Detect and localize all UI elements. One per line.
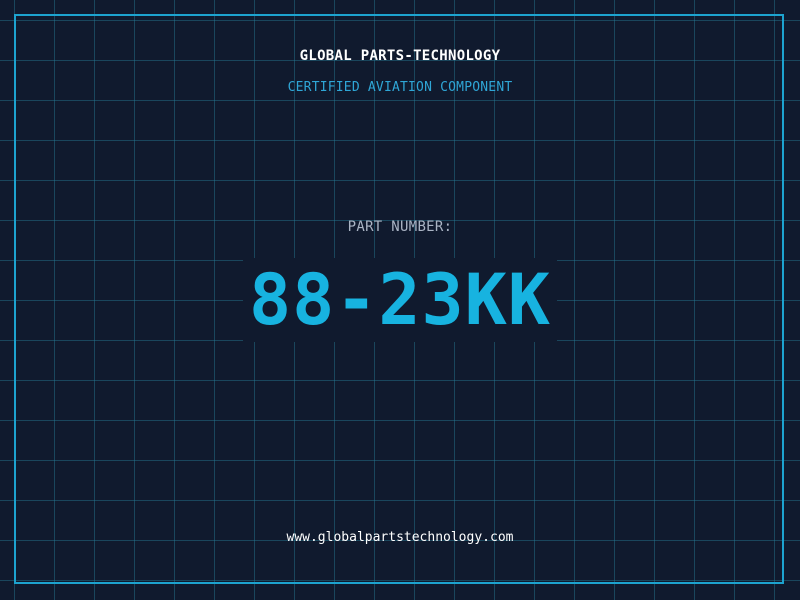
part-number-label: PART NUMBER: [347, 219, 453, 235]
label-canvas: GLOBAL PARTS-TECHNOLOGY CERTIFIED AVIATI… [0, 0, 800, 600]
part-number-value: 88-23KK [242, 258, 557, 342]
website-url: www.globalpartstechnology.com [286, 530, 514, 545]
brand-name: GLOBAL PARTS-TECHNOLOGY [299, 48, 501, 64]
tagline: CERTIFIED AVIATION COMPONENT [287, 80, 513, 95]
part-number-container: 88-23KK [0, 258, 800, 342]
